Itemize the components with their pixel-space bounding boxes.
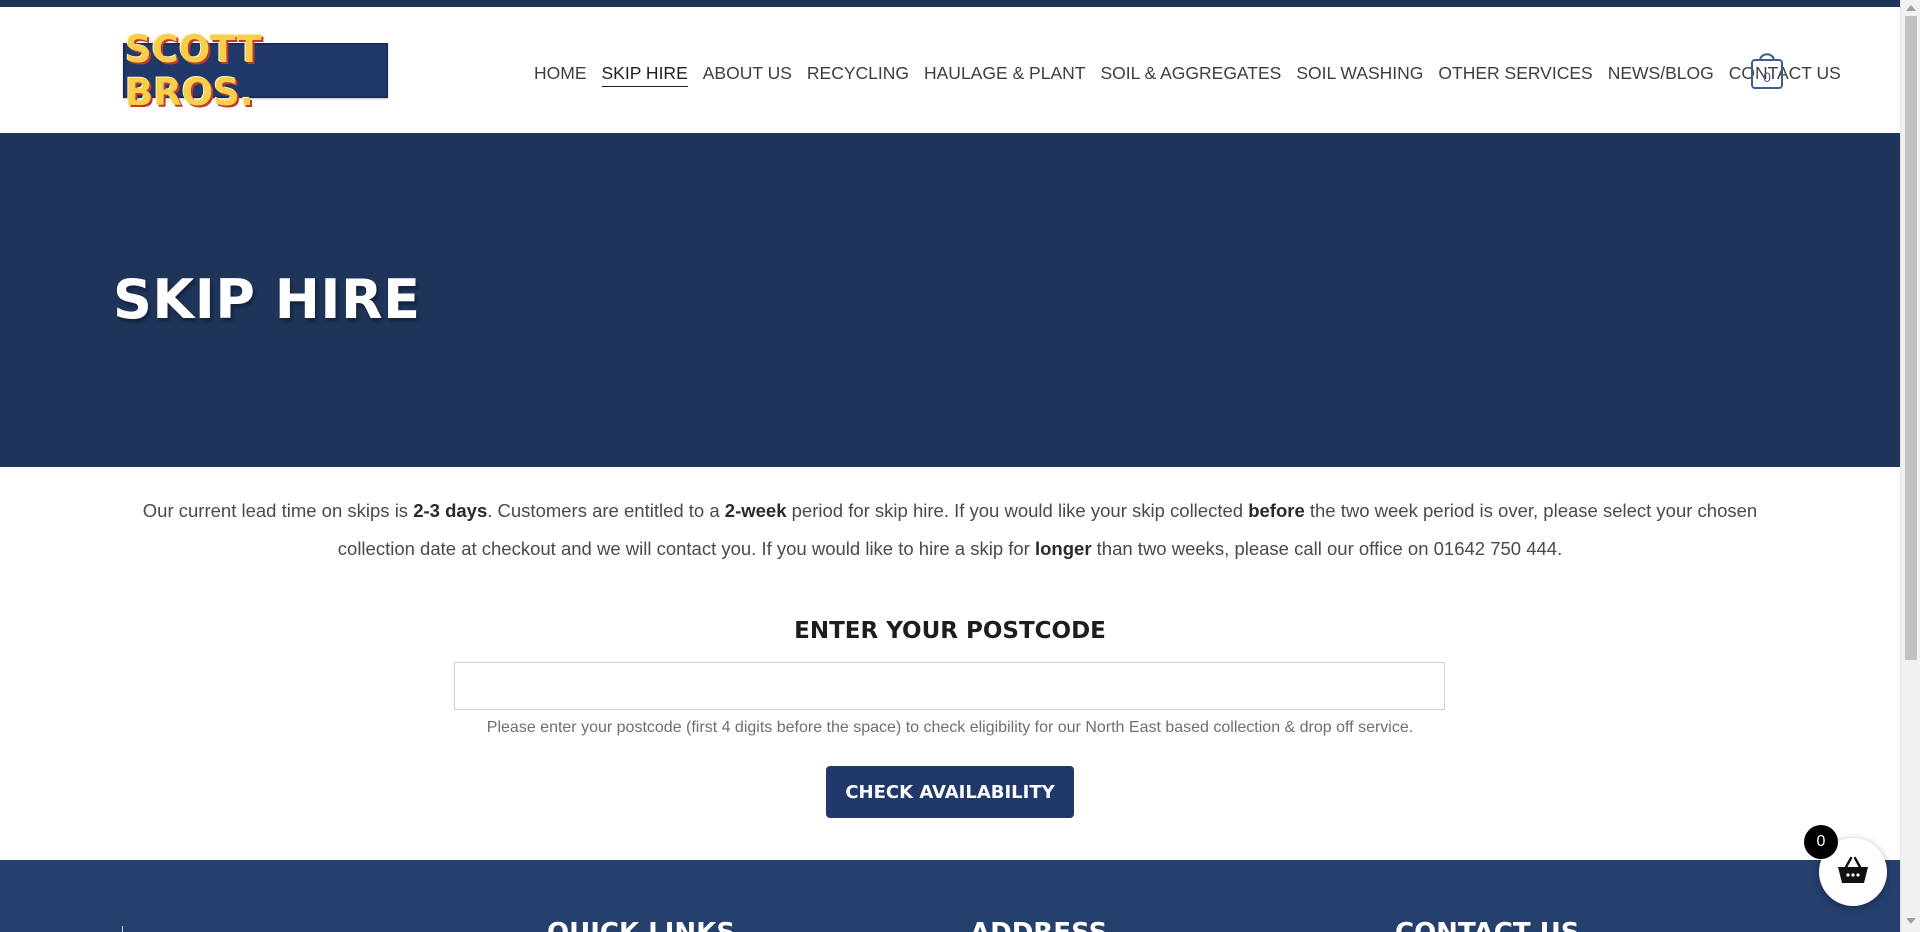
scrollbar-thumb[interactable] bbox=[1905, 16, 1917, 660]
page-title: SKIP HIRE bbox=[113, 268, 421, 331]
footer-heading-contact-us: CONTACT US bbox=[1395, 918, 1580, 932]
intro-text-5: than two weeks, please call our office o… bbox=[1091, 538, 1563, 559]
nav-item-soil-washing[interactable]: SOIL WASHING bbox=[1296, 63, 1423, 87]
postcode-heading: ENTER YOUR POSTCODE bbox=[794, 618, 1106, 644]
nav-item-home[interactable]: HOME bbox=[534, 63, 587, 87]
hero-banner: SKIP HIRE bbox=[0, 133, 1900, 467]
intro-bold-before: before bbox=[1248, 500, 1305, 521]
basket-icon bbox=[1837, 856, 1869, 889]
basket-count-badge: 0 bbox=[1804, 825, 1838, 859]
nav-item-skip-hire[interactable]: SKIP HIRE bbox=[601, 63, 688, 87]
scroll-up-arrow-icon[interactable] bbox=[1906, 5, 1916, 11]
check-availability-button[interactable]: CHECK AVAILABILITY bbox=[826, 766, 1074, 818]
nav-item-recycling[interactable]: RECYCLING bbox=[807, 63, 909, 87]
nav-item-haulage-plant[interactable]: HAULAGE & PLANT bbox=[924, 63, 1085, 87]
nav-item-contact-us[interactable]: CONTACT US bbox=[1729, 63, 1841, 87]
site-header: SCOTT BROS. HOME SKIP HIRE ABOUT US RECY… bbox=[0, 7, 1900, 133]
cart-count: 0 bbox=[1763, 69, 1771, 85]
page-scrollbar[interactable] bbox=[1900, 0, 1920, 932]
intro-text-2: . Customers are entitled to a bbox=[487, 500, 725, 521]
top-accent-strip bbox=[0, 0, 1900, 7]
logo-text: SCOTT BROS. bbox=[125, 27, 262, 114]
postcode-input[interactable] bbox=[454, 662, 1445, 710]
footer-heading-address: ADDRESS bbox=[970, 918, 1107, 932]
footer-divider bbox=[122, 926, 123, 932]
intro-text-1: Our current lead time on skips is bbox=[142, 500, 414, 521]
site-footer: QUICK LINKS ADDRESS CONTACT US bbox=[0, 860, 1900, 932]
page: SCOTT BROS. HOME SKIP HIRE ABOUT US RECY… bbox=[0, 0, 1900, 932]
nav-item-news-blog[interactable]: NEWS/BLOG bbox=[1608, 63, 1714, 87]
intro-bold-lead-time: 2-3 days bbox=[413, 500, 488, 521]
intro-bold-longer: longer bbox=[1034, 538, 1092, 559]
site-logo[interactable]: SCOTT BROS. bbox=[123, 28, 388, 114]
nav-item-other-services[interactable]: OTHER SERVICES bbox=[1438, 63, 1592, 87]
nav-item-soil-aggregates[interactable]: SOIL & AGGREGATES bbox=[1100, 63, 1281, 87]
nav-item-about-us[interactable]: ABOUT US bbox=[703, 63, 792, 87]
scroll-down-arrow-icon[interactable] bbox=[1906, 918, 1916, 924]
postcode-help-text: Please enter your postcode (first 4 digi… bbox=[486, 719, 1414, 736]
main-nav: HOME SKIP HIRE ABOUT US RECYCLING HAULAG… bbox=[534, 61, 1856, 89]
intro-text-3: period for skip hire. If you would like … bbox=[786, 500, 1249, 521]
footer-heading-quick-links: QUICK LINKS bbox=[547, 918, 735, 932]
shopping-bag-icon[interactable]: 0 bbox=[1750, 49, 1784, 91]
intro-paragraph: Our current lead time on skips is 2-3 da… bbox=[140, 492, 1760, 568]
intro-bold-period: 2-week bbox=[724, 500, 787, 521]
